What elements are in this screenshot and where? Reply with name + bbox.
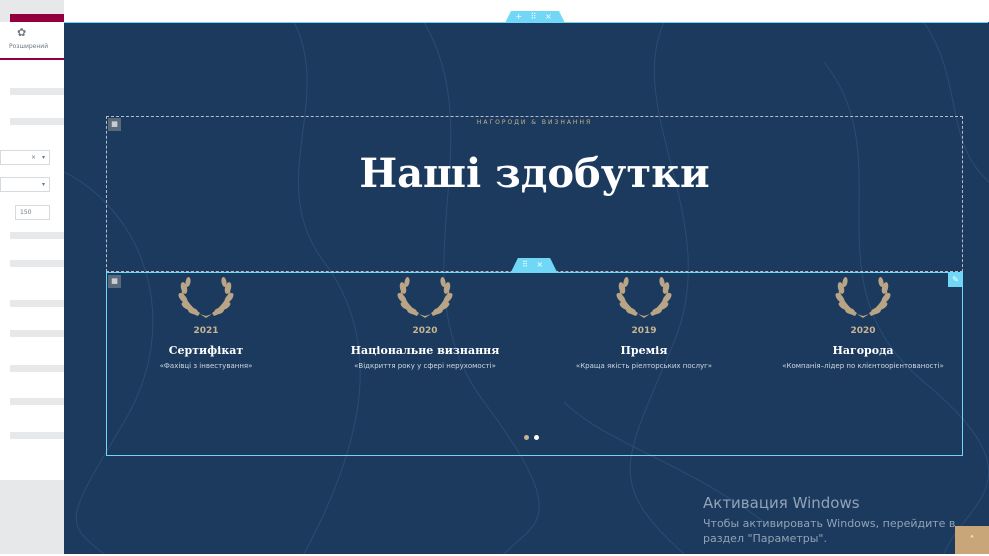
section-eyebrow: НАГОРОДИ & ВИЗНАННЯ — [476, 119, 593, 126]
section-divider — [10, 330, 64, 337]
awards-carousel: 2021 Сертифікат «Фахівці з інвестування»… — [106, 276, 963, 386]
laurel-wreath-icon — [397, 276, 453, 318]
award-item: 2021 Сертифікат «Фахівці з інвестування» — [96, 276, 316, 370]
carousel-pagination — [524, 425, 544, 444]
editor-panel: ✿ Розширений ▾ × ▾ 150 — [0, 0, 64, 554]
award-year: 2021 — [193, 326, 219, 336]
clear-icon[interactable]: × — [31, 154, 36, 161]
award-year: 2019 — [631, 326, 657, 336]
carousel-dot[interactable] — [524, 435, 529, 440]
section-divider — [10, 260, 64, 267]
gear-icon: ✿ — [17, 26, 27, 39]
award-item: 2020 Національне визнання «Відкриття рок… — [315, 276, 535, 370]
windows-activation-watermark: Активация Windows Чтобы активировать Win… — [703, 494, 955, 546]
scroll-to-top-button[interactable]: ˄ — [955, 526, 989, 554]
section-divider — [10, 365, 64, 372]
award-description: «Відкриття року у сфері нерухомості» — [354, 362, 496, 370]
number-input-value: 150 — [20, 209, 32, 216]
laurel-wreath-icon — [178, 276, 234, 318]
dropdown-field[interactable]: ▾ — [0, 177, 50, 192]
section-divider — [10, 432, 64, 439]
award-year: 2020 — [850, 326, 876, 336]
carousel-dot-active[interactable] — [534, 435, 539, 440]
chevron-down-icon: ▾ — [41, 154, 45, 161]
laurel-wreath-icon — [616, 276, 672, 318]
award-item: 2019 Премія «Краща якість ріелторських п… — [534, 276, 754, 370]
activation-line1: Чтобы активировать Windows, перейдите в — [703, 517, 956, 530]
award-description: «Компанія–лідер по клієнтоорієнтованості… — [782, 362, 944, 370]
tab-advanced-label: Розширений — [9, 43, 49, 50]
section-handle[interactable]: ⠿ × — [511, 258, 557, 272]
award-item: 2020 Нагорода «Компанія–лідер по клієнто… — [753, 276, 973, 370]
section-divider — [10, 118, 64, 125]
panel-header-bar — [10, 14, 64, 22]
page-title: Наші здобутки — [359, 150, 710, 197]
award-title: Нагорода — [832, 344, 894, 357]
section-divider — [10, 88, 64, 95]
section-divider — [10, 398, 64, 405]
award-year: 2020 — [412, 326, 438, 336]
chevron-down-icon: ▾ — [41, 181, 45, 188]
panel-footer — [0, 480, 64, 554]
award-title: Премія — [620, 344, 668, 357]
section-divider — [10, 300, 64, 307]
activation-title: Активация Windows — [703, 494, 860, 512]
panel-controls: ▾ × ▾ 150 — [0, 60, 64, 480]
number-input[interactable]: 150 — [15, 205, 50, 220]
section-handle-top[interactable]: + ⠿ × — [505, 11, 565, 23]
section-divider — [10, 232, 64, 239]
award-description: «Фахівці з інвестування» — [159, 362, 253, 370]
laurel-wreath-icon — [835, 276, 891, 318]
activation-line2: раздел "Параметры". — [703, 532, 827, 545]
award-title: Національне визнання — [350, 344, 500, 357]
award-description: «Краща якість ріелторських послуг» — [575, 362, 713, 370]
tab-advanced[interactable]: ✿ Розширений — [0, 22, 64, 60]
select-field[interactable]: ▾ × — [0, 150, 50, 165]
award-title: Сертифікат — [168, 344, 244, 357]
